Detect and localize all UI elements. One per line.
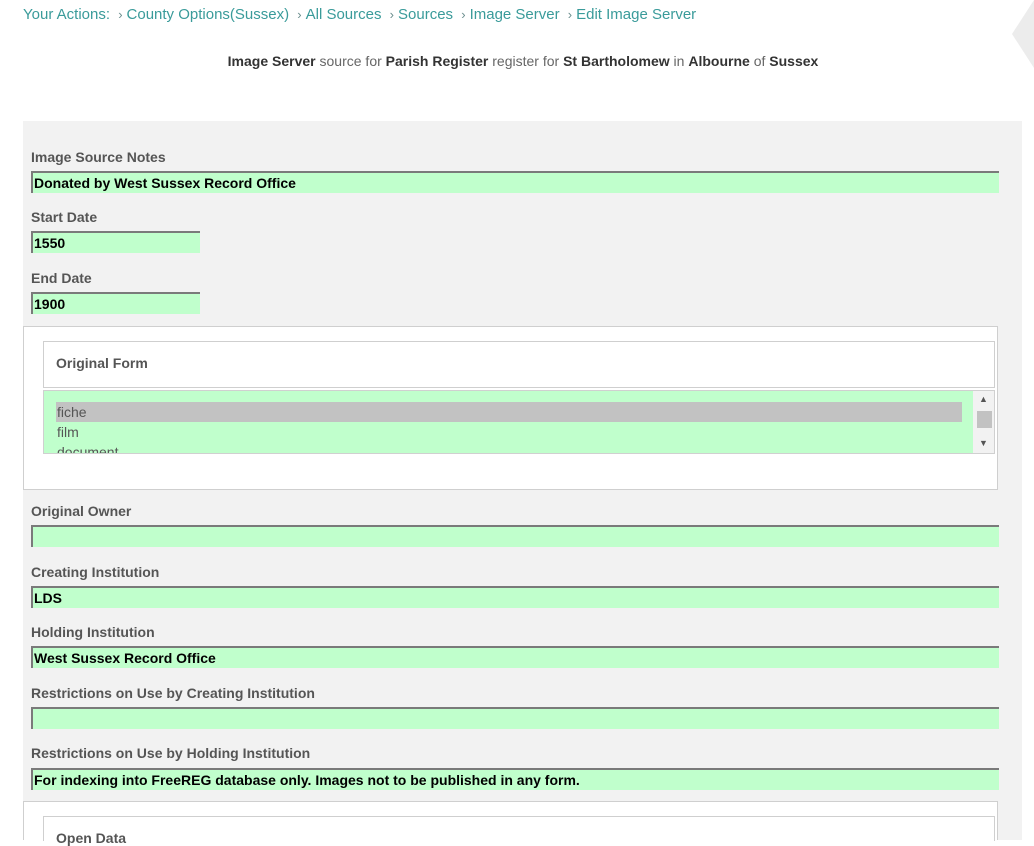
start-date-input[interactable]: 1550 — [31, 231, 200, 253]
restrictions-creating-input[interactable] — [31, 707, 999, 729]
heading-text: register for — [492, 53, 560, 69]
breadcrumb-separator: › — [389, 7, 395, 22]
page-heading: Image Server source for Parish Register … — [0, 53, 1034, 69]
end-date-label: End Date — [31, 270, 92, 286]
original-form-legend: Original Form — [43, 341, 995, 388]
scroll-down-icon[interactable]: ▼ — [973, 435, 994, 451]
original-owner-label: Original Owner — [31, 503, 132, 519]
original-form-select[interactable]: fiche film document ▲ ▼ — [43, 390, 995, 454]
select-scrollbar[interactable]: ▲ ▼ — [973, 391, 994, 453]
breadcrumb-county-options[interactable]: County Options(Sussex) — [127, 6, 290, 23]
heading-text: in — [673, 53, 685, 69]
original-form-legend-text: Original Form — [56, 355, 148, 371]
open-data-legend-text: Open Data — [56, 830, 127, 846]
start-date-label: Start Date — [31, 209, 98, 225]
end-date-input[interactable]: 1900 — [31, 292, 200, 314]
image-source-notes-label: Image Source Notes — [31, 149, 166, 165]
option-film[interactable]: film — [56, 422, 962, 442]
restrictions-holding-label: Restrictions on Use by Holding Instituti… — [31, 745, 311, 761]
breadcrumb-prefix: Your Actions: — [23, 6, 111, 23]
original-form-fieldset: Original Form fiche film document ▲ ▼ — [23, 326, 998, 490]
original-owner-input[interactable] — [31, 525, 999, 547]
heading-register: Parish Register — [385, 53, 489, 69]
restrictions-holding-input[interactable]: For indexing into FreeREG database only.… — [31, 768, 999, 790]
breadcrumb: Your Actions: › County Options(Sussex) › A… — [23, 6, 696, 23]
holding-institution-label: Holding Institution — [31, 624, 155, 640]
breadcrumb-separator: › — [567, 7, 573, 22]
image-source-notes-input[interactable]: Donated by West Sussex Record Office — [31, 171, 999, 193]
breadcrumb-edit-image-server[interactable]: Edit Image Server — [576, 6, 696, 23]
heading-county: Sussex — [769, 53, 819, 69]
option-document[interactable]: document — [56, 442, 962, 453]
breadcrumb-image-server[interactable]: Image Server — [470, 6, 560, 23]
open-data-legend: Open Data — [43, 816, 995, 846]
heading-source: Image Server — [227, 53, 316, 69]
breadcrumb-separator: › — [461, 7, 466, 22]
heading-place: Albourne — [688, 53, 750, 69]
creating-institution-input[interactable]: LDS — [31, 586, 999, 608]
heading-text: source for — [319, 53, 382, 69]
open-data-fieldset: Open Data — [23, 801, 998, 846]
scroll-up-icon[interactable]: ▲ — [973, 391, 994, 407]
restrictions-creating-label: Restrictions on Use by Creating Institut… — [31, 685, 315, 701]
heading-text: of — [753, 53, 766, 69]
breadcrumb-sources[interactable]: Sources — [398, 6, 453, 23]
breadcrumb-all-sources[interactable]: All Sources — [306, 6, 382, 23]
breadcrumb-separator: › — [118, 7, 123, 22]
holding-institution-input[interactable]: West Sussex Record Office — [31, 646, 999, 668]
option-fiche[interactable]: fiche — [56, 402, 962, 422]
creating-institution-label: Creating Institution — [31, 564, 160, 580]
scroll-thumb[interactable] — [977, 411, 992, 428]
heading-church: St Bartholomew — [563, 53, 670, 69]
breadcrumb-separator: › — [297, 7, 302, 22]
